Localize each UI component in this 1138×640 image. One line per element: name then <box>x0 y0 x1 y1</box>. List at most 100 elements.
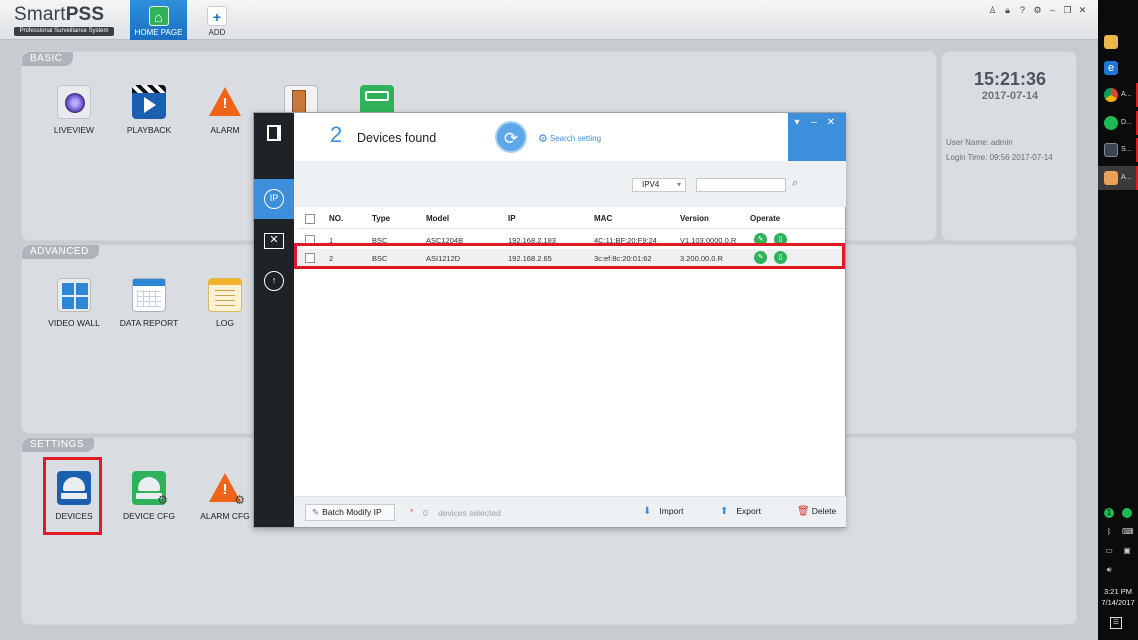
lock-icon[interactable]: 🔒︎ <box>1002 5 1013 16</box>
ip-icon: IP <box>264 189 284 209</box>
taskbar-app-label: A... <box>1121 174 1132 181</box>
warning-icon: ! <box>208 85 242 119</box>
trash-icon: 🗑︎ <box>797 506 810 517</box>
search-setting-link[interactable]: ⚙ Search setting <box>538 132 601 145</box>
app-icon <box>1104 171 1118 185</box>
module-playback[interactable]: PLAYBACK <box>111 85 187 135</box>
taskbar-app-active[interactable]: A... <box>1098 166 1138 190</box>
tab-add[interactable]: + ADD <box>190 0 244 40</box>
dialog-minimize-icon[interactable]: – <box>808 117 820 128</box>
column-no: NO. <box>329 214 344 223</box>
module-device-cfg[interactable]: ⚙ DEVICE CFG <box>111 471 187 521</box>
volume-icon[interactable]: 🔊︎ <box>1104 565 1114 575</box>
logo-subtitle: Professional Surveillance System <box>14 27 114 36</box>
dropdown-icon[interactable]: ▾ <box>791 117 803 128</box>
basic-section-label: BASIC <box>22 52 73 66</box>
video-wall-icon <box>57 278 91 312</box>
log-icon <box>208 278 242 312</box>
settings-section-label: SETTINGS <box>22 438 95 452</box>
alarm-cfg-icon: ! ⚙ <box>208 471 245 507</box>
delete-label: Delete <box>811 506 837 516</box>
column-mac: MAC <box>594 214 613 223</box>
login-time-info: Login Time: 09:56 2017-07-14 <box>946 153 1053 162</box>
column-ip: IP <box>508 214 516 223</box>
delete-button[interactable]: 🗑︎ Delete <box>797 506 836 517</box>
column-operate: Operate <box>750 214 781 223</box>
batch-modify-ip-button[interactable]: ✎ Batch Modify IP <box>305 504 395 521</box>
logo-title-smart: Smart <box>14 4 66 25</box>
taskbar-app-explorer[interactable] <box>1098 30 1138 54</box>
keyboard-icon[interactable]: ⌨ <box>1122 527 1134 537</box>
import-button[interactable]: ⬇ Import <box>643 506 683 517</box>
plus-icon: + <box>207 6 227 26</box>
tray-spotify-icon[interactable] <box>1122 508 1132 518</box>
module-video-wall-label: VIDEO WALL <box>48 318 100 328</box>
batch-edit-icon: ✎ <box>312 507 320 517</box>
taskbar-app-label: D... <box>1121 119 1132 126</box>
batch-modify-ip-label: Batch Modify IP <box>322 507 382 517</box>
module-alarm-label: ALARM <box>210 125 240 135</box>
refresh-icon: ⟳ <box>503 129 519 148</box>
settings-icon[interactable]: ⚙ <box>1032 5 1043 16</box>
module-video-wall[interactable]: VIDEO WALL <box>36 278 112 328</box>
module-data-report-label: DATA REPORT <box>119 318 179 328</box>
taskbar-clock-time[interactable]: 3:21 PM <box>1098 587 1138 596</box>
clock-time: 15:21:36 <box>973 69 1047 89</box>
clock-date: 2017-07-14 <box>981 90 1039 102</box>
dialog-footer: ✎ Batch Modify IP * 0 devices selected ⬇ I… <box>294 496 846 527</box>
export-icon: ⬆ <box>720 506 729 517</box>
module-alarm-cfg[interactable]: ! ⚙ ALARM CFG <box>187 471 263 521</box>
restore-icon[interactable]: ❐ <box>1062 5 1073 16</box>
module-data-report[interactable]: DATA REPORT <box>111 278 187 328</box>
device-search-dialog: IP ✕ ↑ 2 Devices found ⟳ ⚙ Search setting… <box>253 112 846 528</box>
tools-icon: ✕ <box>264 233 284 249</box>
export-label: Export <box>736 506 761 516</box>
gear-icon: ⚙ <box>538 133 548 145</box>
display-icon[interactable]: ▣ <box>1122 546 1132 556</box>
tray-badge-icon[interactable]: 1 <box>1104 508 1114 518</box>
taskbar-clock-date[interactable]: 7/14/2017 <box>1098 598 1138 607</box>
dialog-close-icon[interactable]: ✕ <box>825 117 837 128</box>
logo-title-pss: PSS <box>65 4 105 25</box>
module-playback-label: PLAYBACK <box>126 125 172 135</box>
spotify-icon <box>1104 116 1118 130</box>
clock-panel: 15:21:36 2017-07-14 User Name: admin Log… <box>941 51 1077 241</box>
devices-found-label: Devices found <box>357 131 437 145</box>
taskbar-app-smartpss[interactable]: S... <box>1098 138 1138 162</box>
notification-icon[interactable]: ☰ <box>1110 617 1122 629</box>
help-icon[interactable]: ? <box>1017 5 1028 16</box>
battery-icon[interactable]: ▭ <box>1104 546 1114 556</box>
minimize-icon[interactable]: – <box>1047 5 1058 16</box>
select-all-checkbox[interactable] <box>305 214 315 224</box>
module-alarm[interactable]: ! ALARM <box>187 85 263 135</box>
module-liveview-label: LIVEVIEW <box>53 125 95 135</box>
search-input[interactable] <box>696 178 786 192</box>
refresh-button[interactable]: ⟳ <box>495 121 527 153</box>
sidebar-item-tools[interactable]: ✕ <box>254 221 294 261</box>
taskbar-app-spotify[interactable]: D... <box>1098 111 1138 135</box>
windows-taskbar: e A... D... S... A... 1 ᛒ ⌨ ▭ ▣ 🔊︎ 3:21 … <box>1098 0 1138 640</box>
export-button[interactable]: ⬆ Export <box>720 506 761 517</box>
taskbar-app-ie[interactable]: e <box>1098 56 1138 80</box>
column-type: Type <box>372 214 391 223</box>
exit-icon[interactable] <box>254 113 294 153</box>
module-log[interactable]: LOG <box>187 278 263 328</box>
selected-count: 0 <box>423 508 428 518</box>
ip-version-select[interactable]: IPV4 <box>632 178 686 192</box>
device-table-header: NO. Type Model IP MAC Version Operate <box>298 209 844 229</box>
upgrade-icon: ↑ <box>264 271 284 291</box>
taskbar-app-chrome[interactable]: A... <box>1098 83 1138 107</box>
module-log-label: LOG <box>216 318 234 328</box>
user-icon[interactable]: ♙ <box>987 5 998 16</box>
module-liveview[interactable]: LIVEVIEW <box>36 85 112 135</box>
required-star-icon: * <box>410 507 414 517</box>
smartpss-icon <box>1104 143 1118 157</box>
search-icon[interactable]: ⌕ <box>792 177 798 190</box>
sidebar-item-upgrade[interactable]: ↑ <box>254 261 294 301</box>
sidebar-item-ip[interactable]: IP <box>254 179 294 219</box>
dialog-sidebar: IP ✕ ↑ <box>254 113 294 527</box>
tab-home-page-label: HOME PAGE <box>134 28 183 37</box>
close-icon[interactable]: ✕ <box>1077 5 1088 16</box>
bluetooth-icon[interactable]: ᛒ <box>1104 527 1114 537</box>
tab-home-page[interactable]: ⌂ HOME PAGE <box>130 0 187 40</box>
